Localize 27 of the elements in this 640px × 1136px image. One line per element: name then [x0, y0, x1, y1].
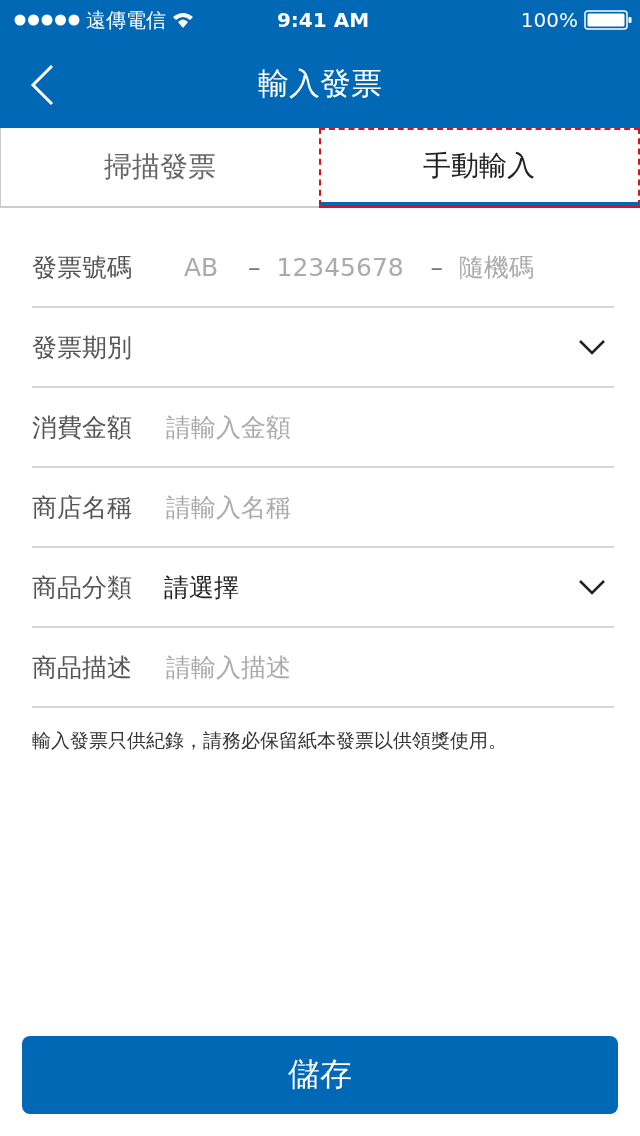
chevron-down-icon [578, 339, 606, 355]
field-label: 發票號碼 [32, 251, 133, 284]
page-title: 輸入發票 [258, 64, 382, 103]
battery-icon [584, 10, 632, 30]
input-field[interactable]: 請輸入名稱 [164, 491, 614, 523]
field-label: 商品描述 [32, 651, 133, 684]
input-field[interactable]: 隨機碼 [457, 251, 557, 283]
input-field[interactable]: 請輸入金額 [164, 411, 614, 443]
field-label: 消費金額 [32, 411, 133, 444]
field-label: 商店名稱 [32, 491, 133, 524]
dropdown-field[interactable]: 請選擇 [164, 557, 614, 617]
notice-text: 輸入發票只供紀錄，請務必保留紙本發票以供領獎使用。 [32, 728, 508, 753]
tab[interactable]: 手動輸入 [318, 128, 640, 206]
input-field[interactable]: 12345678 [274, 251, 425, 283]
save-button[interactable]: 儲存 [22, 1036, 618, 1114]
dash-separator: – [248, 252, 261, 282]
battery-percent: 100% [520, 8, 578, 32]
dash-separator: – [430, 252, 443, 282]
input-field[interactable]: AB [182, 251, 242, 283]
input-field[interactable]: 請輸入描述 [164, 651, 614, 683]
wifi-icon [172, 12, 194, 28]
field-label: 商品分類 [32, 571, 133, 604]
signal-icon [14, 14, 80, 26]
chevron-down-icon [578, 579, 606, 595]
field-label: 發票期別 [32, 331, 133, 364]
status-time: 9:41 AM [276, 8, 370, 32]
carrier-name: 遠傳電信 [86, 6, 166, 34]
